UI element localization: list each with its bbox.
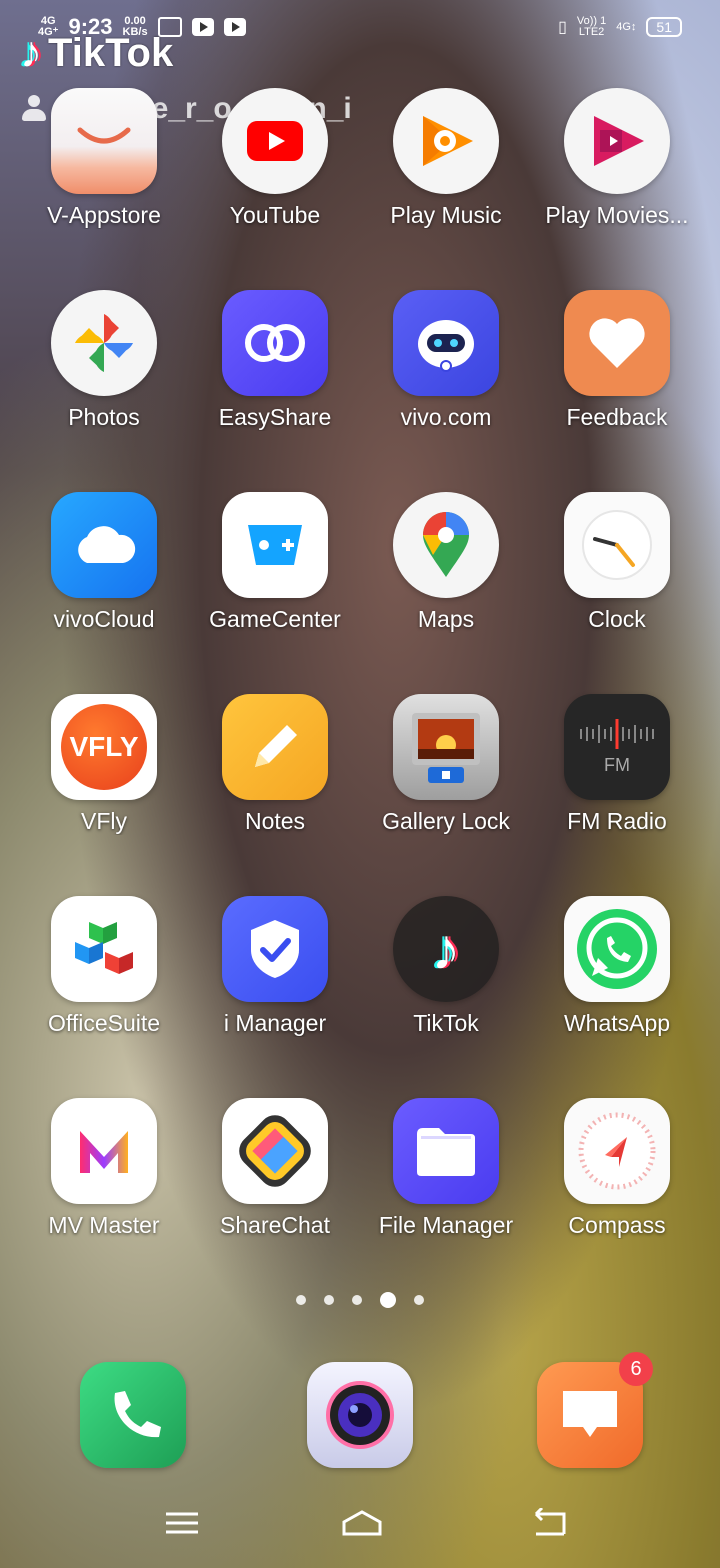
gamecenter-icon [222, 492, 328, 598]
app-label: Notes [244, 808, 306, 834]
app-label: YouTube [229, 202, 321, 228]
gallery-lock-icon [393, 694, 499, 800]
play-movies-icon [564, 88, 670, 194]
sharechat-icon [222, 1098, 328, 1204]
v-appstore-icon [51, 88, 157, 194]
app-label: EasyShare [218, 404, 332, 430]
shield-icon [222, 896, 328, 1002]
fm-radio-icon: FM [564, 694, 670, 800]
tiktok-logo-icon: ♪ [20, 28, 42, 77]
app-label: File Manager [378, 1212, 514, 1238]
vibrate-icon: ▯ [558, 19, 567, 36]
folder-icon [393, 1098, 499, 1204]
page-dot[interactable] [352, 1295, 362, 1305]
app-compass[interactable]: Compass [531, 1098, 703, 1239]
app-tiktok[interactable]: ♪ TikTok [360, 896, 532, 1037]
mv-master-icon [51, 1098, 157, 1204]
watermark-brand: TikTok [48, 30, 174, 75]
officesuite-icon [51, 896, 157, 1002]
app-file-manager[interactable]: File Manager [360, 1098, 532, 1239]
app-v-appstore[interactable]: V-Appstore [18, 88, 190, 229]
app-label: Compass [568, 1212, 666, 1238]
app-label: Feedback [566, 404, 668, 430]
app-label: Photos [68, 404, 140, 430]
app-vfly[interactable]: VFLY VFly [18, 694, 190, 835]
play-music-icon [393, 88, 499, 194]
cloud-icon [51, 492, 157, 598]
app-label: VFly [81, 808, 127, 834]
camera-icon[interactable] [307, 1362, 413, 1468]
app-fm-radio[interactable]: FM FM Radio [531, 694, 703, 835]
app-label: Clock [588, 606, 646, 632]
page-dot[interactable] [296, 1295, 306, 1305]
page-indicator[interactable] [0, 1292, 720, 1308]
app-vivo-com[interactable]: vivo.com [360, 290, 532, 431]
app-play-music[interactable]: Play Music [360, 88, 532, 229]
app-label: Maps [417, 606, 475, 632]
app-notes[interactable]: Notes [189, 694, 361, 835]
app-label: MV Master [48, 1212, 160, 1238]
volte-indicator: Vo)) 1 LTE2 [576, 15, 607, 38]
app-vivocloud[interactable]: vivoCloud [18, 492, 190, 633]
navigation-bar [0, 1500, 720, 1550]
battery-icon: 51 [646, 17, 682, 37]
app-whatsapp[interactable]: WhatsApp [531, 896, 703, 1037]
vfly-icon: VFLY [51, 694, 157, 800]
heart-icon [564, 290, 670, 396]
page-dot[interactable] [324, 1295, 334, 1305]
app-label: V-Appstore [47, 202, 161, 228]
app-label: OfficeSuite [47, 1010, 161, 1036]
app-gamecenter[interactable]: GameCenter [189, 492, 361, 633]
menu-button[interactable] [162, 1508, 202, 1538]
messages-badge: 6 [619, 1352, 653, 1386]
app-photos[interactable]: Photos [18, 290, 190, 431]
whatsapp-icon [564, 896, 670, 1002]
app-label: GameCenter [209, 606, 341, 632]
easyshare-icon [222, 290, 328, 396]
home-button[interactable] [340, 1508, 382, 1538]
signal-indicator: 4G↕ [616, 20, 637, 33]
app-clock[interactable]: Clock [531, 492, 703, 633]
app-mv-master[interactable]: MV Master [18, 1098, 190, 1239]
app-label: ShareChat [220, 1212, 330, 1238]
youtube-icon [222, 88, 328, 194]
app-i-manager[interactable]: i Manager [189, 896, 361, 1037]
page-dot[interactable] [414, 1295, 424, 1305]
app-label: vivoCloud [53, 606, 155, 632]
app-maps[interactable]: Maps [360, 492, 532, 633]
maps-pin-icon [393, 492, 499, 598]
app-play-movies[interactable]: Play Movies... [531, 88, 703, 229]
compass-icon [564, 1098, 670, 1204]
app-label: Gallery Lock [382, 808, 510, 834]
back-button[interactable] [530, 1506, 570, 1538]
app-label: Play Music [390, 202, 502, 228]
app-officesuite[interactable]: OfficeSuite [18, 896, 190, 1037]
fm-text: FM [604, 754, 630, 775]
vivo-robot-icon [393, 290, 499, 396]
vfly-logo: VFLY [61, 704, 147, 790]
app-easyshare[interactable]: EasyShare [189, 290, 361, 431]
app-feedback[interactable]: Feedback [531, 290, 703, 431]
app-label: TikTok [413, 1010, 479, 1036]
app-youtube[interactable]: YouTube [189, 88, 361, 229]
page-dot-active[interactable] [380, 1292, 396, 1308]
app-gallery-lock[interactable]: Gallery Lock [360, 694, 532, 835]
app-label: Play Movies... [545, 202, 689, 228]
notes-pencil-icon [222, 694, 328, 800]
clock-icon [564, 492, 670, 598]
app-label: WhatsApp [563, 1010, 671, 1036]
phone-icon[interactable] [80, 1362, 186, 1468]
tiktok-icon: ♪ [393, 896, 499, 1002]
app-label: i Manager [223, 1010, 327, 1036]
app-label: vivo.com [400, 404, 492, 430]
photos-icon [51, 290, 157, 396]
messages-icon[interactable]: 6 [537, 1352, 653, 1468]
app-label: FM Radio [567, 808, 667, 834]
app-sharechat[interactable]: ShareChat [189, 1098, 361, 1239]
